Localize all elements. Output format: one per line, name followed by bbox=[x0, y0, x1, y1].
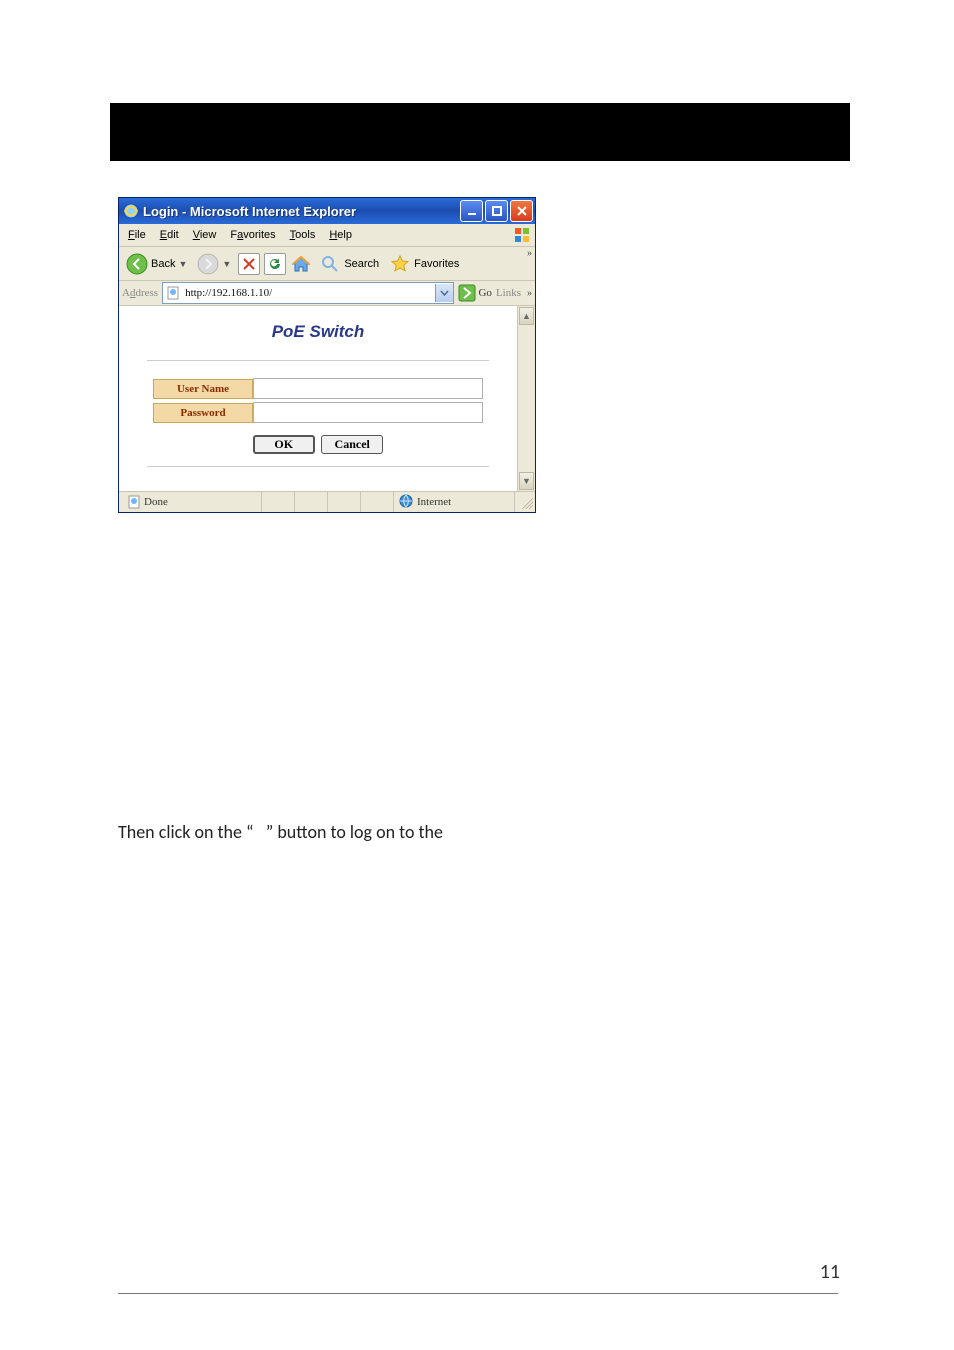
menubar: File Edit View Favorites Tools Help bbox=[119, 224, 535, 247]
username-label: User Name bbox=[153, 379, 253, 399]
menu-edit[interactable]: Edit bbox=[153, 227, 186, 243]
globe-icon bbox=[399, 494, 413, 511]
scroll-up-icon[interactable]: ▲ bbox=[519, 307, 534, 325]
page-heading: PoE Switch bbox=[123, 322, 513, 342]
favorites-button[interactable]: Favorites bbox=[386, 252, 462, 276]
sentence-part-b: ” button to log on to the bbox=[266, 820, 443, 845]
address-dropdown-icon[interactable] bbox=[435, 284, 453, 302]
stop-button[interactable] bbox=[238, 253, 260, 275]
menu-favorites[interactable]: Favorites bbox=[223, 227, 282, 243]
forward-icon bbox=[197, 253, 219, 275]
address-combo[interactable]: http://192.168.1.10/ bbox=[162, 282, 454, 304]
status-done: Done bbox=[144, 496, 168, 508]
forward-button[interactable]: ▼ bbox=[194, 252, 234, 276]
address-url: http://192.168.1.10/ bbox=[183, 287, 435, 299]
refresh-button[interactable] bbox=[264, 253, 286, 275]
status-bar: Done Internet bbox=[119, 491, 535, 512]
forward-dropdown-icon[interactable]: ▼ bbox=[222, 259, 231, 269]
menu-help[interactable]: Help bbox=[322, 227, 359, 243]
ok-button[interactable]: OK bbox=[253, 435, 315, 454]
page-icon bbox=[165, 285, 181, 301]
sentence-part-a: Then click on the “ bbox=[118, 820, 254, 845]
search-icon bbox=[319, 253, 341, 275]
windows-flag-icon bbox=[513, 226, 531, 244]
addressbar-overflow-icon[interactable]: » bbox=[527, 288, 532, 299]
favorites-label: Favorites bbox=[414, 258, 459, 270]
document-body-text: Then click on the “ ” button to log on t… bbox=[118, 820, 838, 845]
page-content: PoE Switch User Name Password OK Cancel bbox=[119, 306, 517, 491]
chapter-header-band bbox=[110, 103, 850, 161]
maximize-button[interactable] bbox=[485, 200, 508, 222]
password-input[interactable] bbox=[253, 402, 483, 423]
back-button[interactable]: Back ▼ bbox=[123, 252, 190, 276]
menu-tools[interactable]: Tools bbox=[283, 227, 323, 243]
links-label[interactable]: Links bbox=[496, 287, 521, 299]
toolbar-overflow-icon[interactable]: » bbox=[527, 248, 532, 259]
password-label: Password bbox=[153, 403, 253, 423]
menu-file[interactable]: File bbox=[121, 227, 153, 243]
back-dropdown-icon[interactable]: ▼ bbox=[178, 259, 187, 269]
search-label: Search bbox=[344, 258, 379, 270]
back-icon bbox=[126, 253, 148, 275]
vertical-scrollbar[interactable]: ▲ ▼ bbox=[517, 306, 535, 491]
home-button[interactable] bbox=[290, 253, 312, 275]
scroll-down-icon[interactable]: ▼ bbox=[519, 472, 534, 490]
login-form: User Name Password OK Cancel bbox=[147, 360, 489, 467]
status-zone: Internet bbox=[417, 496, 451, 508]
back-label: Back bbox=[151, 258, 175, 270]
menu-view[interactable]: View bbox=[186, 227, 224, 243]
close-button[interactable] bbox=[510, 200, 533, 222]
cancel-button[interactable]: Cancel bbox=[321, 435, 383, 454]
resize-grip[interactable] bbox=[519, 495, 533, 509]
ie-window: Login - Microsoft Internet Explorer File… bbox=[118, 197, 536, 513]
address-label: Address bbox=[122, 287, 158, 299]
go-label: Go bbox=[478, 287, 491, 299]
window-title: Login - Microsoft Internet Explorer bbox=[143, 204, 456, 219]
favorites-icon bbox=[389, 253, 411, 275]
username-input[interactable] bbox=[253, 378, 483, 399]
go-button[interactable]: Go bbox=[458, 284, 491, 302]
footer-rule bbox=[118, 1293, 838, 1294]
ie-app-icon bbox=[123, 203, 139, 219]
status-page-icon bbox=[126, 494, 142, 510]
search-button[interactable]: Search bbox=[316, 252, 382, 276]
titlebar: Login - Microsoft Internet Explorer bbox=[119, 198, 535, 224]
page-number: 11 bbox=[820, 1260, 840, 1284]
address-bar: Address http://192.168.1.10/ Go Links » bbox=[119, 281, 535, 306]
minimize-button[interactable] bbox=[460, 200, 483, 222]
toolbar: Back ▼ ▼ Search bbox=[119, 247, 535, 281]
